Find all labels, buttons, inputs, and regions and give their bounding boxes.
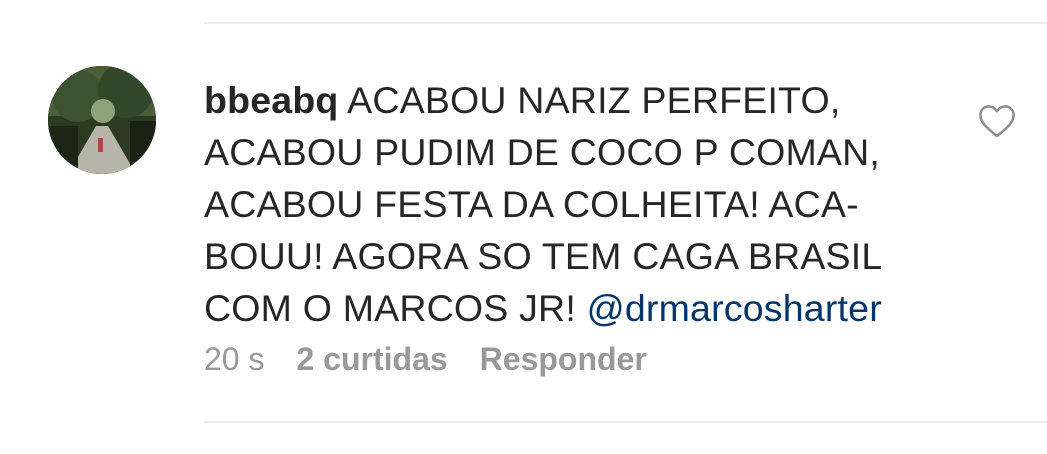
avatar-photo <box>48 66 156 174</box>
divider-bottom <box>204 421 1047 423</box>
divider-top <box>204 22 1047 24</box>
comment-text-line2: ACABOU PUDIM DE COCO P COMAN, <box>204 131 881 173</box>
heart-outline-icon-svg <box>979 105 1015 138</box>
avatar[interactable] <box>48 66 156 174</box>
likes-count-link[interactable]: 2 curtidas <box>296 337 447 381</box>
comment-timestamp: 20 s <box>204 341 265 377</box>
comment-meta: 20 s 2 curtidas Responder <box>204 337 647 381</box>
heart-outline-icon[interactable] <box>978 103 1016 139</box>
comment-text-line5: COM O MARCOS JR! <box>204 287 576 329</box>
comment-username[interactable]: bbeabq <box>204 79 339 121</box>
mention-link[interactable]: @drmarcosharter <box>587 287 882 329</box>
reply-button[interactable]: Responder <box>480 337 647 381</box>
comment-text-line1: ACABOU NARIZ PERFEITO, <box>347 79 841 121</box>
comment-text-line4: BOUU! AGORA SO TEM CAGA BRASIL <box>204 235 883 277</box>
comment-text: bbeabq ACABOU NARIZ PERFEITO, ACABOU PUD… <box>204 74 944 334</box>
comment-text-line3: ACABOU FESTA DA COLHEITA! ACA- <box>204 183 859 225</box>
